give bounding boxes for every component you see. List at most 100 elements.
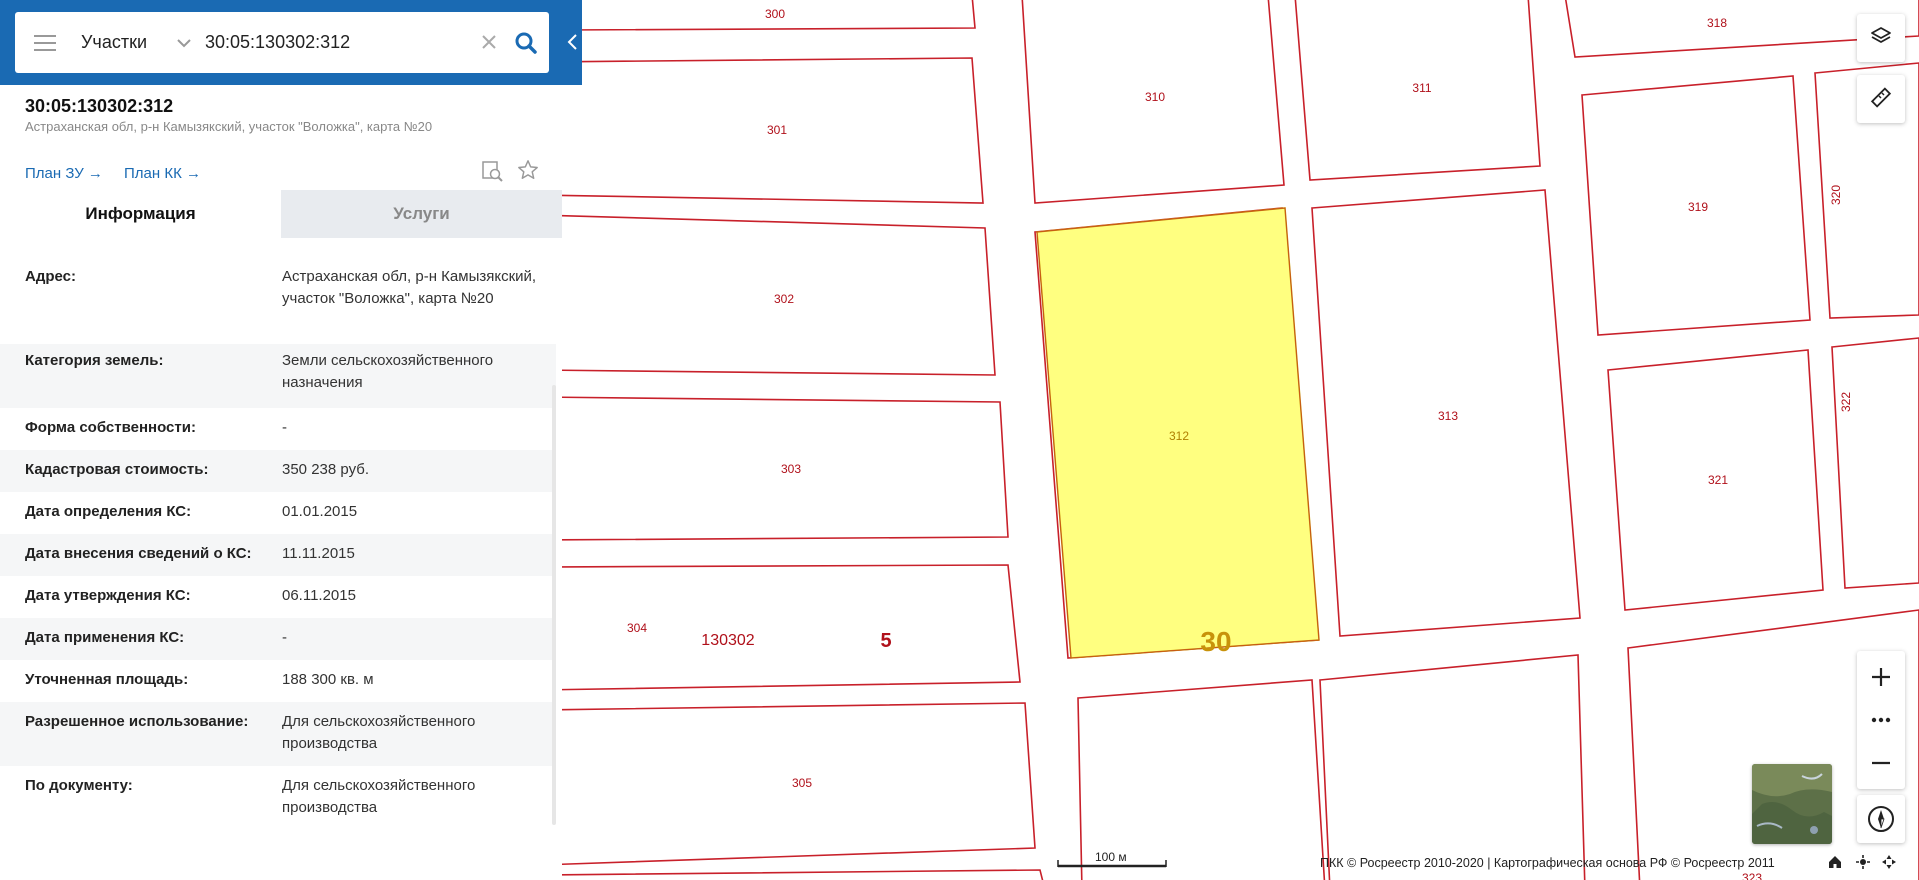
attr-row-approval-date: Дата утверждения КС: 06.11.2015 bbox=[0, 576, 556, 618]
attr-value: Земли сельскохозяйственного назначения bbox=[282, 352, 494, 391]
attr-row-entry-date: Дата внесения сведений о КС: 11.11.2015 bbox=[0, 534, 556, 576]
more-options-button[interactable] bbox=[1857, 703, 1905, 737]
panel-scrollbar[interactable] bbox=[552, 385, 556, 825]
attr-value: - bbox=[282, 629, 287, 646]
parcel-label-300: 300 bbox=[765, 7, 785, 21]
tab-information[interactable]: Информация bbox=[0, 190, 281, 238]
locate-icon[interactable] bbox=[1856, 855, 1870, 874]
attr-label: Дата применения КС: bbox=[25, 629, 185, 646]
ellipsis-icon bbox=[1871, 717, 1891, 723]
object-type-select[interactable]: Участки bbox=[75, 12, 205, 73]
cadastral-map[interactable]: 300 301 302 303 304 305 310 311 313 318 … bbox=[562, 0, 1919, 880]
info-panel: Участки 30:05:130302:312 Астраханская об… bbox=[0, 0, 582, 880]
parcel-label-323: 323 bbox=[1742, 871, 1762, 880]
zoom-controls bbox=[1857, 651, 1905, 789]
zoom-in-button[interactable] bbox=[1857, 651, 1905, 703]
attr-label: Кадастровая стоимость: bbox=[25, 461, 209, 478]
compass-button[interactable] bbox=[1857, 795, 1905, 843]
attr-row-by-document: По документу: Для сельскохозяйственного … bbox=[0, 766, 556, 830]
parcel-label-312: 312 bbox=[1169, 429, 1189, 443]
clear-icon[interactable] bbox=[475, 30, 503, 56]
attr-label: Дата внесения сведений о КС: bbox=[25, 545, 252, 562]
layers-button[interactable] bbox=[1857, 14, 1905, 62]
zoom-out-button[interactable] bbox=[1857, 737, 1905, 789]
attr-value: Для сельскохозяйственного производства bbox=[282, 777, 476, 816]
parcel-label-321: 321 bbox=[1708, 473, 1728, 487]
attr-value: - bbox=[282, 419, 287, 436]
search-icon[interactable] bbox=[503, 12, 549, 73]
object-type-value: Участки bbox=[81, 32, 147, 52]
cadastral-number: 30:05:130302:312 bbox=[25, 96, 174, 116]
attr-value: 06.11.2015 bbox=[282, 587, 356, 604]
attr-label: Адрес: bbox=[25, 268, 76, 285]
parcel-label-305: 305 bbox=[792, 776, 812, 790]
attr-row-address: Адрес: Астраханская обл, р-н Камызякский… bbox=[0, 264, 556, 326]
attr-row-area: Уточненная площадь: 188 300 кв. м bbox=[0, 660, 556, 702]
attr-value: 11.11.2015 bbox=[282, 545, 355, 562]
collapse-panel-button[interactable] bbox=[562, 22, 582, 62]
parcel-label-313: 313 bbox=[1438, 409, 1458, 423]
attr-row-land-category: Категория земель: Земли сельскохозяйстве… bbox=[0, 344, 556, 408]
home-icon[interactable] bbox=[1828, 855, 1842, 874]
district-label: 5 bbox=[880, 630, 891, 652]
attr-value: 350 238 руб. bbox=[282, 461, 369, 478]
attr-label: Дата утверждения КС: bbox=[25, 587, 191, 604]
attr-value: 01.01.2015 bbox=[282, 503, 358, 520]
parcel-label-304: 304 bbox=[627, 621, 647, 635]
minus-icon bbox=[1872, 761, 1890, 765]
parcel-label-318: 318 bbox=[1707, 16, 1727, 30]
attr-label: Разрешенное использование: bbox=[25, 713, 249, 730]
scale-label: 100 м bbox=[1095, 850, 1127, 864]
object-header: 30:05:130302:312 Астраханская обл, р-н К… bbox=[0, 85, 562, 190]
layers-icon bbox=[1870, 25, 1892, 52]
star-icon[interactable] bbox=[517, 159, 539, 186]
parcel-label-319: 319 bbox=[1688, 200, 1708, 214]
object-address: Астраханская обл, р-н Камызякский, участ… bbox=[25, 119, 433, 134]
attr-label: Категория земель: bbox=[25, 352, 164, 369]
attr-label: По документу: bbox=[25, 777, 133, 794]
attr-value: Астраханская обл, р-н Камызякский, участ… bbox=[282, 268, 537, 307]
satellite-thumbnail-icon bbox=[1752, 764, 1832, 844]
attribute-list: Адрес: Астраханская обл, р-н Камызякский… bbox=[0, 238, 556, 868]
ruler-icon bbox=[1870, 86, 1892, 113]
basemap-switcher[interactable] bbox=[1752, 764, 1832, 844]
search-box: Участки bbox=[15, 12, 549, 73]
menu-icon[interactable] bbox=[15, 12, 75, 73]
copyright-text: ПКК © Росреестр 2010-2020 | Картографиче… bbox=[1320, 856, 1775, 870]
map-canvas[interactable]: 300 301 302 303 304 305 310 311 313 318 … bbox=[562, 0, 1919, 880]
parcel-label-302: 302 bbox=[774, 292, 794, 306]
attr-row-ownership: Форма собственности: - bbox=[0, 408, 556, 450]
parcel-label-301: 301 bbox=[767, 123, 787, 137]
plus-icon bbox=[1872, 668, 1890, 686]
attr-row-cadastral-value: Кадастровая стоимость: 350 238 руб. bbox=[0, 450, 556, 492]
panel-tabs: Информация Услуги bbox=[0, 190, 562, 238]
region-label: 30 bbox=[1200, 626, 1231, 657]
parcel-label-311: 311 bbox=[1412, 81, 1431, 95]
parcel-label-322: 322 bbox=[1839, 392, 1853, 412]
tab-services[interactable]: Услуги bbox=[281, 190, 562, 238]
quarter-label: 130302 bbox=[701, 632, 754, 649]
measure-button[interactable] bbox=[1857, 75, 1905, 123]
search-input[interactable] bbox=[205, 22, 475, 63]
plan-zu-link[interactable]: План ЗУ → bbox=[25, 165, 103, 182]
attr-value: 188 300 кв. м bbox=[282, 671, 374, 688]
attr-row-value-date: Дата определения КС: 01.01.2015 bbox=[0, 492, 556, 534]
parcel-bottom-left bbox=[562, 869, 1044, 880]
parcel-label-320: 320 bbox=[1829, 185, 1843, 205]
attr-value: Для сельскохозяйственного производства bbox=[282, 713, 476, 752]
search-header: Участки bbox=[0, 0, 582, 85]
parcel-label-310: 310 bbox=[1145, 90, 1165, 104]
compass-icon bbox=[1868, 806, 1894, 832]
attr-row-permitted-use: Разрешенное использование: Для сельскохо… bbox=[0, 702, 556, 766]
attr-label: Форма собственности: bbox=[25, 419, 196, 436]
parcel-label-303: 303 bbox=[781, 462, 801, 476]
attr-row-application-date: Дата применения КС: - bbox=[0, 618, 556, 660]
attr-label: Уточненная площадь: bbox=[25, 671, 189, 688]
zoom-to-object-icon[interactable] bbox=[482, 161, 504, 188]
parcel-322 bbox=[1831, 337, 1919, 589]
chevron-down-icon bbox=[177, 35, 191, 51]
attr-label: Дата определения КС: bbox=[25, 503, 192, 520]
parcel-bottom-mid2 bbox=[1319, 654, 1586, 880]
plan-kk-link[interactable]: План КК → bbox=[124, 165, 201, 182]
move-icon[interactable] bbox=[1882, 855, 1896, 874]
